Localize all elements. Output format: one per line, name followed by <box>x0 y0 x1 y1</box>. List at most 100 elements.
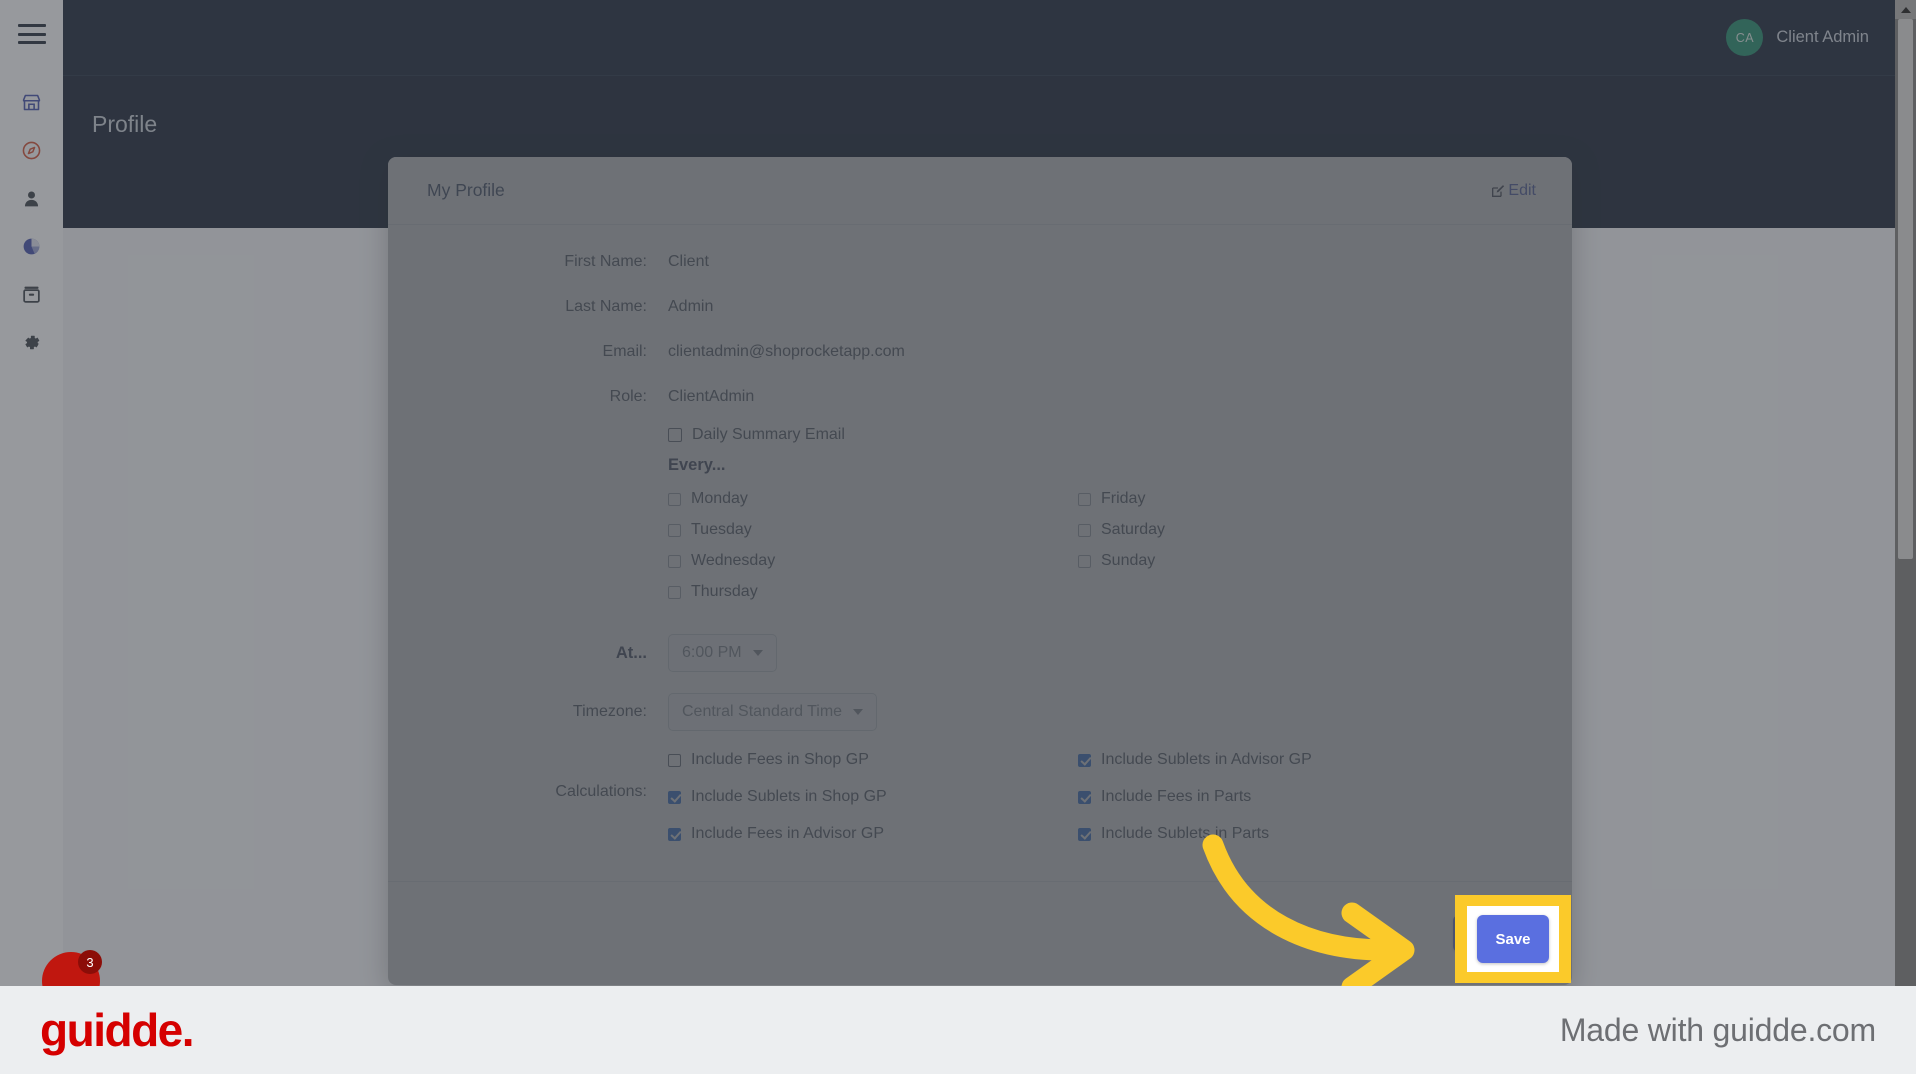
hamburger-menu-icon[interactable] <box>17 24 46 44</box>
timezone-value: Central Standard Time <box>682 703 843 720</box>
day-row-friday[interactable]: Friday <box>1078 490 1488 508</box>
save-button-highlighted[interactable]: Save <box>1477 915 1549 963</box>
thursday-checkbox[interactable] <box>668 585 681 599</box>
calc-row-fees-advisor-gp[interactable]: Include Fees in Advisor GP <box>668 825 1078 843</box>
scrollbar-thumb[interactable] <box>1898 19 1913 559</box>
sublets-in-advisor-gp-label: Include Sublets in Advisor GP <box>1101 751 1312 768</box>
first-name-value: Client <box>668 253 709 270</box>
page-scrollbar[interactable] <box>1895 0 1916 986</box>
fees-in-advisor-gp-checkbox[interactable] <box>668 827 681 841</box>
user-menu[interactable]: CA Client Admin <box>1726 19 1869 56</box>
modal-body: First Name: Client Last Name: Admin Emai… <box>388 225 1572 881</box>
user-name-label: Client Admin <box>1776 28 1869 46</box>
sidebar-item-explore[interactable] <box>0 126 63 174</box>
field-row-email: Email: clientadmin@shoprocketapp.com <box>424 341 1536 363</box>
days-column-right: Friday Saturday Sunday <box>1078 490 1488 614</box>
top-bar: CA Client Admin <box>63 0 1916 76</box>
sublets-in-advisor-gp-checkbox[interactable] <box>1078 753 1091 767</box>
thursday-label: Thursday <box>691 583 758 600</box>
daily-summary-label: Daily Summary Email <box>692 426 845 443</box>
application-root: CA Client Admin Profile My Profile Edit … <box>0 0 1916 1010</box>
at-time-value: 6:00 PM <box>682 644 742 661</box>
sidebar-item-settings[interactable] <box>0 318 63 366</box>
chat-unread-badge: 3 <box>78 950 102 974</box>
calculations-column-left: Include Fees in Shop GP Include Sublets … <box>668 751 1078 862</box>
fees-in-shop-gp-checkbox[interactable] <box>668 753 681 767</box>
tuesday-label: Tuesday <box>691 521 752 538</box>
sunday-checkbox[interactable] <box>1078 554 1091 568</box>
days-column-left: Monday Tuesday Wednesday Thursday <box>668 490 1078 614</box>
tuesday-checkbox[interactable] <box>668 523 681 537</box>
daily-summary-section: Daily Summary Email Every... Monday Tues… <box>424 426 1536 614</box>
calc-row-fees-shop-gp[interactable]: Include Fees in Shop GP <box>668 751 1078 769</box>
caret-up-icon <box>1900 6 1911 13</box>
edit-button[interactable]: Edit <box>1490 182 1536 200</box>
sidebar-item-reports[interactable] <box>0 222 63 270</box>
calc-row-fees-parts[interactable]: Include Fees in Parts <box>1078 788 1488 806</box>
saturday-label: Saturday <box>1101 521 1166 538</box>
wednesday-checkbox[interactable] <box>668 554 681 568</box>
sublets-in-shop-gp-checkbox[interactable] <box>668 790 681 804</box>
calculations-columns: Include Fees in Shop GP Include Sublets … <box>668 751 1488 862</box>
guidde-logo: guidde. <box>40 1004 195 1056</box>
field-row-last-name: Last Name: Admin <box>424 296 1536 318</box>
at-time-row: At... 6:00 PM <box>424 634 1536 672</box>
compass-icon <box>22 141 41 159</box>
sidebar-rail <box>0 0 63 986</box>
sidebar-item-inventory[interactable] <box>0 270 63 318</box>
email-label: Email: <box>602 343 647 360</box>
modal-title: My Profile <box>427 180 505 200</box>
friday-label: Friday <box>1101 490 1146 507</box>
day-row-sunday[interactable]: Sunday <box>1078 552 1488 570</box>
edit-label: Edit <box>1508 181 1536 199</box>
wednesday-label: Wednesday <box>691 552 776 569</box>
person-icon <box>24 191 39 206</box>
calculations-row: Calculations: Include Fees in Shop GP In… <box>424 751 1536 862</box>
fees-in-parts-label: Include Fees in Parts <box>1101 788 1252 805</box>
first-name-label: First Name: <box>564 253 647 270</box>
sidebar-item-users[interactable] <box>0 174 63 222</box>
calculations-column-right: Include Sublets in Advisor GP Include Fe… <box>1078 751 1488 862</box>
saturday-checkbox[interactable] <box>1078 523 1091 537</box>
calc-row-sublets-shop-gp[interactable]: Include Sublets in Shop GP <box>668 788 1078 806</box>
day-row-wednesday[interactable]: Wednesday <box>668 552 1078 570</box>
field-row-role: Role: ClientAdmin <box>424 386 1536 408</box>
at-time-select[interactable]: 6:00 PM <box>668 634 777 672</box>
avatar: CA <box>1726 19 1764 56</box>
sublets-in-shop-gp-label: Include Sublets in Shop GP <box>691 788 887 805</box>
chevron-down-icon <box>752 650 763 656</box>
day-row-saturday[interactable]: Saturday <box>1078 521 1488 539</box>
role-value: ClientAdmin <box>668 388 755 405</box>
monday-label: Monday <box>691 490 748 507</box>
calc-row-sublets-advisor-gp[interactable]: Include Sublets in Advisor GP <box>1078 751 1488 769</box>
modal-footer: Save <box>388 881 1572 985</box>
scroll-up-button[interactable] <box>1895 0 1916 19</box>
archive-icon <box>23 286 40 303</box>
fees-in-advisor-gp-label: Include Fees in Advisor GP <box>691 825 884 842</box>
daily-summary-checkbox[interactable] <box>668 428 682 442</box>
page-title: Profile <box>92 111 158 137</box>
timezone-select[interactable]: Central Standard Time <box>668 693 878 731</box>
made-with-guidde-label: Made with guidde.com <box>1559 1011 1876 1048</box>
calc-row-sublets-parts[interactable]: Include Sublets in Parts <box>1078 825 1488 843</box>
friday-checkbox[interactable] <box>1078 492 1091 506</box>
sublets-in-parts-checkbox[interactable] <box>1078 827 1091 841</box>
role-label: Role: <box>609 388 647 405</box>
guidde-brand-bar: guidde. Made with guidde.com <box>0 986 1916 1074</box>
timezone-label: Timezone: <box>572 703 647 720</box>
fees-in-parts-checkbox[interactable] <box>1078 790 1091 804</box>
monday-checkbox[interactable] <box>668 492 681 506</box>
day-row-monday[interactable]: Monday <box>668 490 1078 508</box>
every-label: Every... <box>668 456 726 474</box>
days-grid: Monday Tuesday Wednesday Thursday Friday… <box>668 490 1536 614</box>
day-row-tuesday[interactable]: Tuesday <box>668 521 1078 539</box>
store-icon <box>22 94 41 110</box>
email-value: clientadmin@shoprocketapp.com <box>668 343 905 360</box>
gear-icon <box>25 335 40 349</box>
fees-in-shop-gp-label: Include Fees in Shop GP <box>691 751 869 768</box>
daily-summary-checkbox-row[interactable]: Daily Summary Email <box>668 426 1536 444</box>
field-row-first-name: First Name: Client <box>424 251 1536 273</box>
day-row-thursday[interactable]: Thursday <box>668 583 1078 601</box>
sidebar-item-store[interactable] <box>0 78 63 126</box>
pencil-square-icon <box>1492 184 1505 197</box>
